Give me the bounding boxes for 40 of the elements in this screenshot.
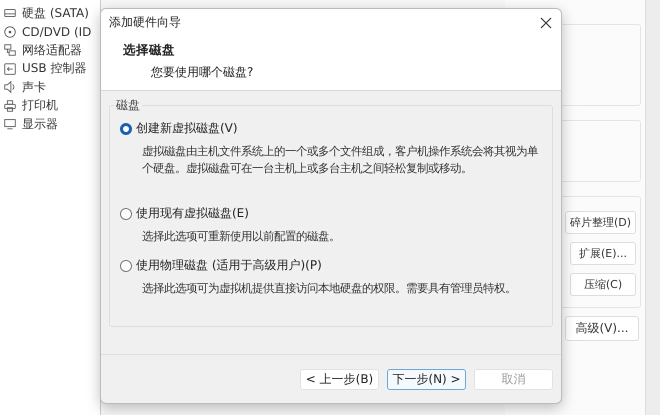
network-icon <box>3 43 17 58</box>
sound-icon <box>3 80 17 94</box>
disk-action-button[interactable]: 碎片整理(D) <box>564 211 636 234</box>
disk-action-button[interactable]: 压缩(C) <box>570 273 636 296</box>
radio-button[interactable] <box>120 260 132 272</box>
device-label: CD/DVD (ID <box>22 24 92 39</box>
option-description: 选择此选项可重新使用以前配置的磁盘。 <box>142 228 341 245</box>
device-label: 硬盘 (SATA) <box>22 4 89 22</box>
close-button[interactable] <box>539 16 553 30</box>
cd-icon <box>3 24 17 39</box>
printer-icon <box>3 98 17 113</box>
header-subtitle: 您要使用哪个磁盘? <box>151 64 254 81</box>
radio-button[interactable] <box>120 122 132 134</box>
option-label[interactable]: 创建新虚拟磁盘(V) <box>136 120 238 137</box>
device-label: 打印机 <box>22 97 58 114</box>
header-title: 选择磁盘 <box>123 42 176 59</box>
device-label: 网络适配器 <box>22 42 82 59</box>
device-item[interactable]: 硬盘 (SATA) <box>0 4 100 22</box>
option-label[interactable]: 使用现有虚拟磁盘(E) <box>136 205 249 222</box>
option-description: 虚拟磁盘由主机文件系统上的一个或多个文件组成，客户机操作系统会将其视为单个硬盘。虚拟磁盘可在一台主机上或多台主机之间轻松复制或移动。 <box>142 143 539 177</box>
device-item[interactable]: CD/DVD (ID <box>0 22 100 41</box>
wizard-button[interactable]: 下一步(N) > <box>387 368 466 390</box>
device-item[interactable]: 显示器 <box>0 115 100 134</box>
device-label: USB 控制器 <box>22 60 86 78</box>
disk-action-button[interactable]: 扩展(E)... <box>570 242 636 265</box>
radio-button[interactable] <box>120 208 132 220</box>
device-item[interactable]: 打印机 <box>0 96 100 115</box>
usb-icon <box>3 62 17 76</box>
device-item[interactable]: 声卡 <box>0 78 100 96</box>
advanced-button[interactable]: 高级(V)... <box>565 316 639 341</box>
wizard-button[interactable]: < 上一步(B) <box>300 368 379 390</box>
option-label[interactable]: 使用物理磁盘 (适用于高级用户)(P) <box>136 257 322 274</box>
close-icon <box>539 16 553 30</box>
display-icon <box>3 117 17 132</box>
dialog-title: 添加硬件向导 <box>109 14 181 31</box>
device-item[interactable]: 网络适配器 <box>0 41 100 60</box>
option-description: 选择此选项可为虚拟机提供直接访问本地硬盘的权限。需要具有管理员特权。 <box>142 280 517 297</box>
device-label: 声卡 <box>22 78 46 96</box>
device-label: 显示器 <box>22 116 58 133</box>
device-item[interactable]: USB 控制器 <box>0 60 100 78</box>
